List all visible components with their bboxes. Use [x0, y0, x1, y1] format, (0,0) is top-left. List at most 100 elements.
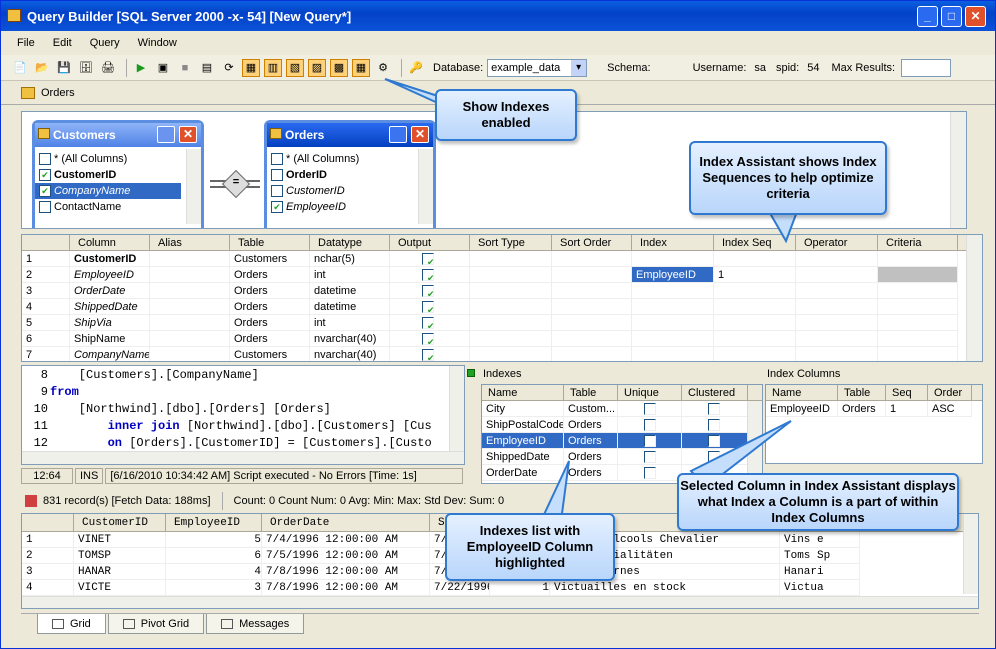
criteria-table-cell[interactable]: Orders: [230, 315, 310, 331]
execute-step-icon[interactable]: ▣: [154, 59, 172, 77]
criteria-indexseq-cell[interactable]: [714, 251, 796, 267]
index-clustered-cell[interactable]: [682, 417, 748, 433]
unique-checkbox[interactable]: [644, 467, 656, 479]
criteria-datatype-cell[interactable]: nvarchar(40): [310, 331, 390, 347]
criteria-sortorder-cell[interactable]: [552, 251, 632, 267]
criteria-criteria-cell[interactable]: [878, 283, 958, 299]
criteria-row[interactable]: 6 ShipName Orders nvarchar(40) ✔: [22, 331, 982, 347]
stop-icon[interactable]: ■: [176, 59, 194, 77]
criteria-row[interactable]: 2 EmployeeID Orders int ✔ EmployeeID 1: [22, 267, 982, 283]
index-name-cell[interactable]: OrderDate: [482, 465, 564, 481]
results-cell[interactable]: 4: [166, 564, 262, 580]
new-icon[interactable]: 📄: [11, 59, 29, 77]
output-checkbox[interactable]: ✔: [422, 285, 434, 297]
index-column-cell[interactable]: Orders: [838, 401, 886, 417]
index-unique-cell[interactable]: [618, 433, 682, 449]
output-checkbox[interactable]: ✔: [422, 349, 434, 361]
table-column-row[interactable]: ContactName: [35, 199, 181, 215]
column-checkbox[interactable]: [271, 153, 283, 165]
indexes-grid[interactable]: Name Table Unique Clustered City Custom... Sh…: [481, 384, 763, 484]
criteria-col-header[interactable]: Operator: [796, 235, 878, 250]
criteria-indexseq-cell[interactable]: [714, 331, 796, 347]
results-vscrollbar[interactable]: [963, 514, 978, 594]
tab-grid[interactable]: Grid: [37, 614, 106, 634]
sql-line[interactable]: [Customers].[CompanyName]: [50, 368, 259, 382]
criteria-index-cell[interactable]: [632, 283, 714, 299]
indexes-col-header[interactable]: Table: [564, 385, 618, 400]
results-cell[interactable]: Victuailles en stock: [550, 580, 780, 596]
output-checkbox[interactable]: ✔: [422, 317, 434, 329]
output-checkbox[interactable]: ✔: [422, 301, 434, 313]
show-indexes-icon[interactable]: ▩: [330, 58, 348, 77]
criteria-index-cell[interactable]: [632, 251, 714, 267]
table-column-row[interactable]: OrderID: [267, 167, 413, 183]
table-column-row[interactable]: * (All Columns): [267, 151, 413, 167]
table-column-row[interactable]: ✔ CompanyName: [35, 183, 181, 199]
criteria-column-cell[interactable]: EmployeeID: [70, 267, 150, 283]
criteria-table-cell[interactable]: Customers: [230, 347, 310, 361]
index-row[interactable]: ShipPostalCode Orders: [482, 417, 762, 433]
criteria-alias-cell[interactable]: [150, 347, 230, 361]
criteria-row[interactable]: 5 ShipVia Orders int ✔: [22, 315, 982, 331]
orders-table-title[interactable]: Orders ✕: [267, 123, 433, 147]
sql-line[interactable]: from: [50, 385, 79, 399]
output-checkbox[interactable]: ✔: [422, 269, 434, 281]
refresh-icon[interactable]: ⟳: [220, 59, 238, 77]
results-cell[interactable]: 1: [490, 580, 550, 596]
minimize-icon[interactable]: [157, 126, 175, 143]
criteria-index-cell[interactable]: [632, 347, 714, 361]
close-button[interactable]: ✕: [965, 6, 986, 27]
results-cell[interactable]: Hanari: [780, 564, 860, 580]
table-column-row[interactable]: * (All Columns): [35, 151, 181, 167]
sql-line[interactable]: inner join [Northwind].[dbo].[Customers]…: [50, 419, 432, 433]
table-column-row[interactable]: ✔ EmployeeID: [267, 199, 413, 215]
results-col-header[interactable]: CustomerID: [74, 514, 166, 531]
index-column-row[interactable]: EmployeeID Orders 1 ASC: [766, 401, 982, 417]
criteria-sorttype-cell[interactable]: [470, 347, 552, 361]
criteria-output-cell[interactable]: ✔: [390, 299, 470, 315]
index-table-cell[interactable]: Orders: [564, 449, 618, 465]
criteria-operator-cell[interactable]: [796, 251, 878, 267]
tab-pivot-grid[interactable]: Pivot Grid: [107, 614, 205, 634]
criteria-alias-cell[interactable]: [150, 251, 230, 267]
index-table-cell[interactable]: Orders: [564, 433, 618, 449]
criteria-alias-cell[interactable]: [150, 315, 230, 331]
criteria-index-cell[interactable]: EmployeeID: [632, 267, 714, 283]
unique-checkbox[interactable]: [644, 403, 656, 415]
criteria-col-header[interactable]: Table: [230, 235, 310, 250]
criteria-indexseq-cell[interactable]: 1: [714, 267, 796, 283]
menu-window[interactable]: Window: [138, 37, 177, 49]
criteria-row[interactable]: 7 CompanyName Customers nvarchar(40) ✔: [22, 347, 982, 361]
close-icon[interactable]: ✕: [411, 126, 429, 143]
index-name-cell[interactable]: EmployeeID: [482, 433, 564, 449]
menu-query[interactable]: Query: [90, 37, 120, 49]
orders-table-window[interactable]: Orders ✕ * (All Columns) OrderID CustomerI…: [264, 120, 436, 228]
criteria-output-cell[interactable]: ✔: [390, 283, 470, 299]
criteria-col-header[interactable]: Alias: [150, 235, 230, 250]
results-hscrollbar[interactable]: [22, 596, 978, 608]
criteria-table-cell[interactable]: Orders: [230, 283, 310, 299]
criteria-criteria-cell[interactable]: [878, 315, 958, 331]
criteria-alias-cell[interactable]: [150, 267, 230, 283]
criteria-column-cell[interactable]: OrderDate: [70, 283, 150, 299]
criteria-index-cell[interactable]: [632, 299, 714, 315]
results-cell[interactable]: Vins e: [780, 532, 860, 548]
criteria-col-header[interactable]: Criteria: [878, 235, 958, 250]
criteria-sorttype-cell[interactable]: [470, 315, 552, 331]
index-columns-col-header[interactable]: Name: [766, 385, 838, 400]
index-unique-cell[interactable]: [618, 401, 682, 417]
index-unique-cell[interactable]: [618, 465, 682, 481]
customers-table-title[interactable]: Customers ✕: [35, 123, 201, 147]
max-results-input[interactable]: [901, 58, 952, 77]
save-all-icon[interactable]: 🗄: [77, 59, 95, 77]
index-column-cell[interactable]: EmployeeID: [766, 401, 838, 417]
unique-checkbox[interactable]: [644, 419, 656, 431]
criteria-table-cell[interactable]: Customers: [230, 251, 310, 267]
criteria-table-cell[interactable]: Orders: [230, 267, 310, 283]
criteria-operator-cell[interactable]: [796, 267, 878, 283]
results-cell[interactable]: 5: [166, 532, 262, 548]
results-cell[interactable]: Victua: [780, 580, 860, 596]
criteria-alias-cell[interactable]: [150, 283, 230, 299]
index-columns-col-header[interactable]: Order: [928, 385, 972, 400]
index-unique-cell[interactable]: [618, 449, 682, 465]
